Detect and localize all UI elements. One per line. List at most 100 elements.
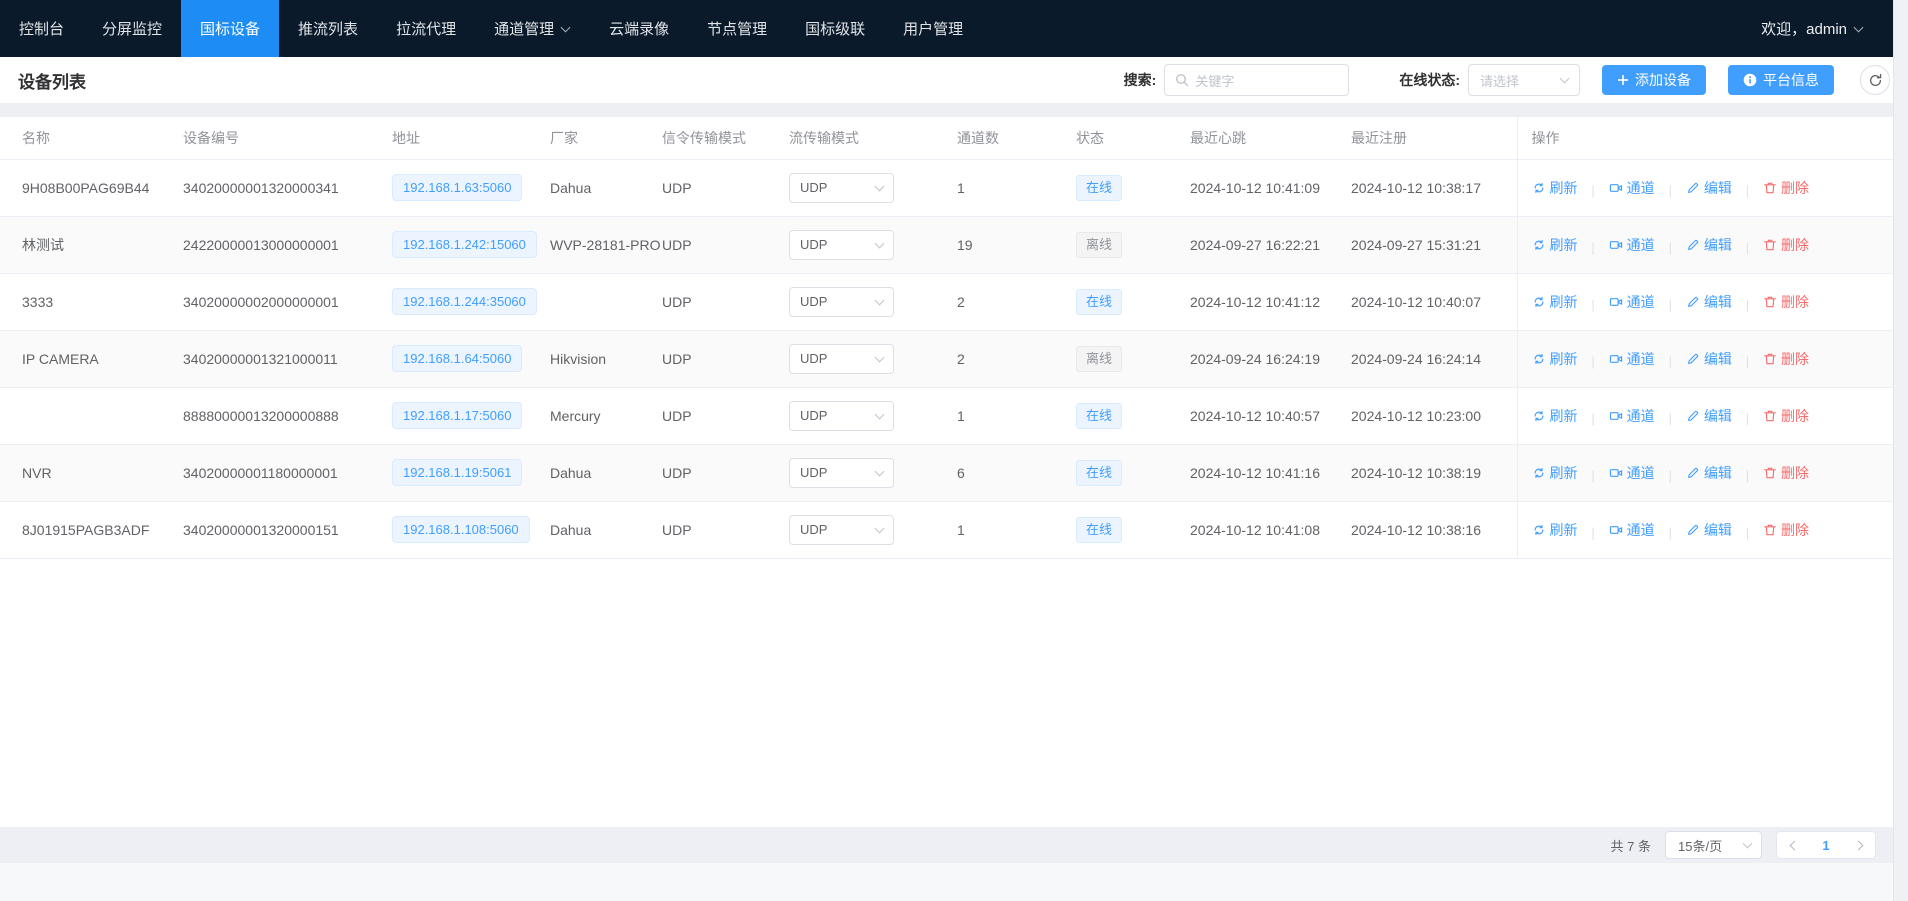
nav-tab[interactable]: 控制台 xyxy=(0,0,83,57)
refresh-action[interactable]: 刷新 xyxy=(1532,235,1578,255)
column-header-register: 最近注册 xyxy=(1351,117,1517,159)
edit-action[interactable]: 编辑 xyxy=(1686,292,1732,312)
platform-info-button[interactable]: 平台信息 xyxy=(1728,65,1834,95)
device-name: 9H08B00PAG69B44 xyxy=(0,159,183,216)
stream-mode-select[interactable]: UDP xyxy=(789,287,894,317)
status-badge: 在线 xyxy=(1076,403,1122,429)
info-icon xyxy=(1743,73,1757,87)
search-input[interactable]: 关键字 xyxy=(1164,64,1349,96)
online-status-select[interactable]: 请选择 xyxy=(1468,64,1580,96)
stream-mode-value: UDP xyxy=(800,294,827,309)
nav-tab[interactable]: 推流列表 xyxy=(279,0,377,57)
refresh-action[interactable]: 刷新 xyxy=(1532,520,1578,540)
stream-mode-select[interactable]: UDP xyxy=(789,344,894,374)
delete-action[interactable]: 删除 xyxy=(1763,235,1809,255)
row-actions: 刷新 | 通道 | xyxy=(1517,501,1893,558)
search-placeholder: 关键字 xyxy=(1195,71,1234,90)
last-heartbeat: 2024-10-12 10:41:09 xyxy=(1190,159,1351,216)
trash-icon xyxy=(1763,181,1777,195)
chevron-down-icon xyxy=(875,354,885,364)
stream-mode-select[interactable]: UDP xyxy=(789,515,894,545)
status-badge: 离线 xyxy=(1076,346,1122,372)
delete-action[interactable]: 删除 xyxy=(1763,349,1809,369)
device-address: 192.168.1.108:5060 xyxy=(392,516,530,543)
nav-tab[interactable]: 节点管理 xyxy=(688,0,786,57)
nav-tab[interactable]: 国标设备 xyxy=(181,0,279,57)
last-heartbeat: 2024-10-12 10:41:08 xyxy=(1190,501,1351,558)
video-camera-icon xyxy=(1609,181,1623,195)
manufacturer: Dahua xyxy=(550,444,662,501)
edit-action[interactable]: 编辑 xyxy=(1686,178,1732,198)
status-badge: 在线 xyxy=(1076,517,1122,543)
refresh-icon xyxy=(1532,466,1546,480)
refresh-action[interactable]: 刷新 xyxy=(1532,463,1578,483)
device-address: 192.168.1.17:5060 xyxy=(392,402,522,429)
stream-mode-select[interactable]: UDP xyxy=(789,458,894,488)
nav-tab[interactable]: 通道管理 xyxy=(475,0,590,57)
page-size-select[interactable]: 15条/页 xyxy=(1665,831,1762,859)
current-page[interactable]: 1 xyxy=(1809,838,1843,853)
stream-mode-value: UDP xyxy=(800,180,827,195)
refresh-button[interactable] xyxy=(1860,65,1890,95)
edit-action[interactable]: 编辑 xyxy=(1686,520,1732,540)
nav-tab[interactable]: 拉流代理 xyxy=(377,0,475,57)
prev-page-button[interactable] xyxy=(1777,832,1809,858)
channel-action[interactable]: 通道 xyxy=(1609,178,1655,198)
section-divider xyxy=(0,103,1908,117)
delete-action[interactable]: 删除 xyxy=(1763,406,1809,426)
stream-mode-select[interactable]: UDP xyxy=(789,173,894,203)
channel-action[interactable]: 通道 xyxy=(1609,520,1655,540)
nav-tab[interactable]: 分屏监控 xyxy=(83,0,181,57)
edit-action[interactable]: 编辑 xyxy=(1686,235,1732,255)
delete-action[interactable]: 删除 xyxy=(1763,178,1809,198)
device-address: 192.168.1.19:5061 xyxy=(392,459,522,486)
add-device-button[interactable]: 添加设备 xyxy=(1602,65,1706,95)
next-page-button[interactable] xyxy=(1843,832,1875,858)
last-register: 2024-10-12 10:40:07 xyxy=(1351,273,1517,330)
scrollbar-track[interactable] xyxy=(1893,0,1908,901)
edit-action[interactable]: 编辑 xyxy=(1686,463,1732,483)
video-camera-icon xyxy=(1609,523,1623,537)
edit-action[interactable]: 编辑 xyxy=(1686,349,1732,369)
nav-tab[interactable]: 用户管理 xyxy=(884,0,982,57)
device-table: 名称 设备编号 地址 厂家 信令传输模式 流传输模式 通道数 状态 最近心跳 最… xyxy=(0,117,1893,559)
column-header-device-id: 设备编号 xyxy=(183,117,392,159)
edit-action[interactable]: 编辑 xyxy=(1686,406,1732,426)
signal-transport-mode: UDP xyxy=(662,273,789,330)
nav-tab[interactable]: 云端录像 xyxy=(590,0,688,57)
status-badge: 在线 xyxy=(1076,289,1122,315)
stream-mode-select[interactable]: UDP xyxy=(789,401,894,431)
refresh-icon xyxy=(1532,238,1546,252)
toolbar: 设备列表 搜索: 关键字 在线状态: 请选择 添加设备 xyxy=(0,57,1908,103)
delete-action[interactable]: 删除 xyxy=(1763,292,1809,312)
channel-count: 19 xyxy=(957,216,1076,273)
delete-action[interactable]: 删除 xyxy=(1763,520,1809,540)
manufacturer: Dahua xyxy=(550,501,662,558)
table-row: 3333 34020000002000000001 192.168.1.244:… xyxy=(0,273,1893,330)
refresh-action[interactable]: 刷新 xyxy=(1532,406,1578,426)
channel-action[interactable]: 通道 xyxy=(1609,349,1655,369)
delete-action[interactable]: 删除 xyxy=(1763,463,1809,483)
last-heartbeat: 2024-10-12 10:41:16 xyxy=(1190,444,1351,501)
edit-pen-icon xyxy=(1686,238,1700,252)
channel-action[interactable]: 通道 xyxy=(1609,463,1655,483)
nav-tab[interactable]: 国标级联 xyxy=(786,0,884,57)
table-header-row: 名称 设备编号 地址 厂家 信令传输模式 流传输模式 通道数 状态 最近心跳 最… xyxy=(0,117,1893,159)
channel-count: 1 xyxy=(957,387,1076,444)
signal-transport-mode: UDP xyxy=(662,216,789,273)
channel-action[interactable]: 通道 xyxy=(1609,292,1655,312)
chevron-down-icon xyxy=(875,525,885,535)
refresh-action[interactable]: 刷新 xyxy=(1532,292,1578,312)
refresh-action[interactable]: 刷新 xyxy=(1532,349,1578,369)
user-menu[interactable]: 欢迎，admin xyxy=(1761,0,1864,57)
device-address: 192.168.1.63:5060 xyxy=(392,174,522,201)
row-actions: 刷新 | 通道 | xyxy=(1517,330,1893,387)
signal-transport-mode: UDP xyxy=(662,330,789,387)
channel-action[interactable]: 通道 xyxy=(1609,235,1655,255)
last-register: 2024-10-12 10:38:17 xyxy=(1351,159,1517,216)
chevron-down-icon xyxy=(875,297,885,307)
stream-mode-select[interactable]: UDP xyxy=(789,230,894,260)
row-actions: 刷新 | 通道 | xyxy=(1517,444,1893,501)
refresh-action[interactable]: 刷新 xyxy=(1532,178,1578,198)
channel-action[interactable]: 通道 xyxy=(1609,406,1655,426)
